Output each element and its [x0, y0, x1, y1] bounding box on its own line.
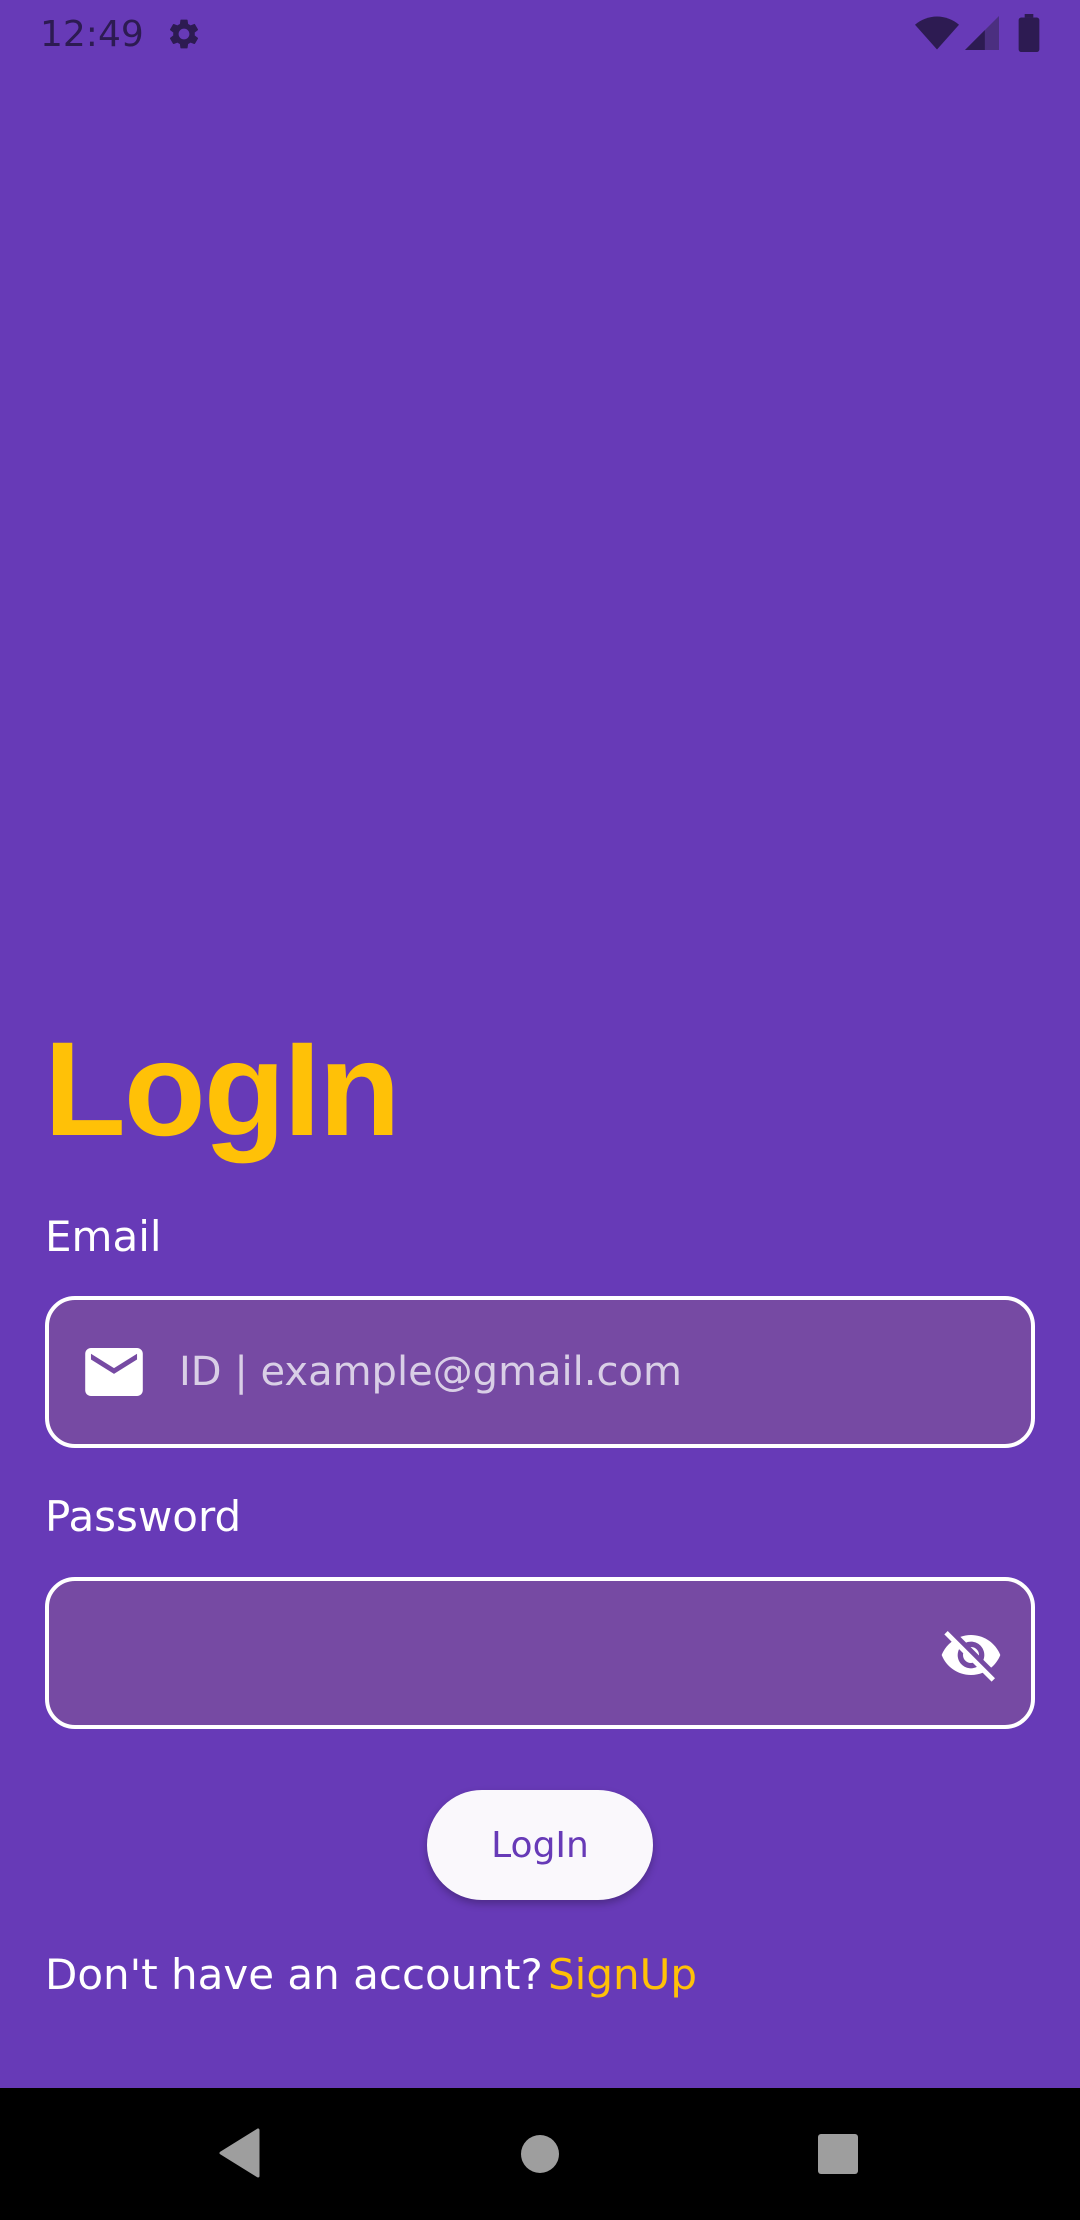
visibility-off-icon[interactable] — [939, 1623, 1003, 1687]
signal-icon — [965, 16, 999, 50]
back-icon[interactable] — [218, 2128, 260, 2178]
password-input[interactable] — [79, 1581, 939, 1725]
recents-icon[interactable] — [817, 2133, 859, 2175]
email-input[interactable] — [179, 1300, 999, 1444]
navigation-bar — [0, 2088, 1080, 2220]
wifi-icon — [915, 16, 959, 50]
signup-prompt-text: Don't have an account? — [45, 1950, 543, 1999]
battery-icon — [1018, 14, 1040, 52]
gear-icon — [169, 19, 199, 49]
email-field[interactable] — [45, 1296, 1035, 1448]
home-icon[interactable] — [520, 2134, 560, 2174]
signup-link[interactable]: SignUp — [548, 1950, 697, 1999]
password-field[interactable] — [45, 1577, 1035, 1729]
email-label: Email — [45, 1212, 162, 1261]
login-button[interactable]: LogIn — [427, 1790, 653, 1900]
page-title: LogIn — [44, 1015, 401, 1164]
status-time: 12:49 — [40, 14, 144, 55]
password-label: Password — [45, 1492, 242, 1541]
mail-icon — [85, 1348, 143, 1396]
status-bar: 12:49 — [0, 0, 1080, 66]
